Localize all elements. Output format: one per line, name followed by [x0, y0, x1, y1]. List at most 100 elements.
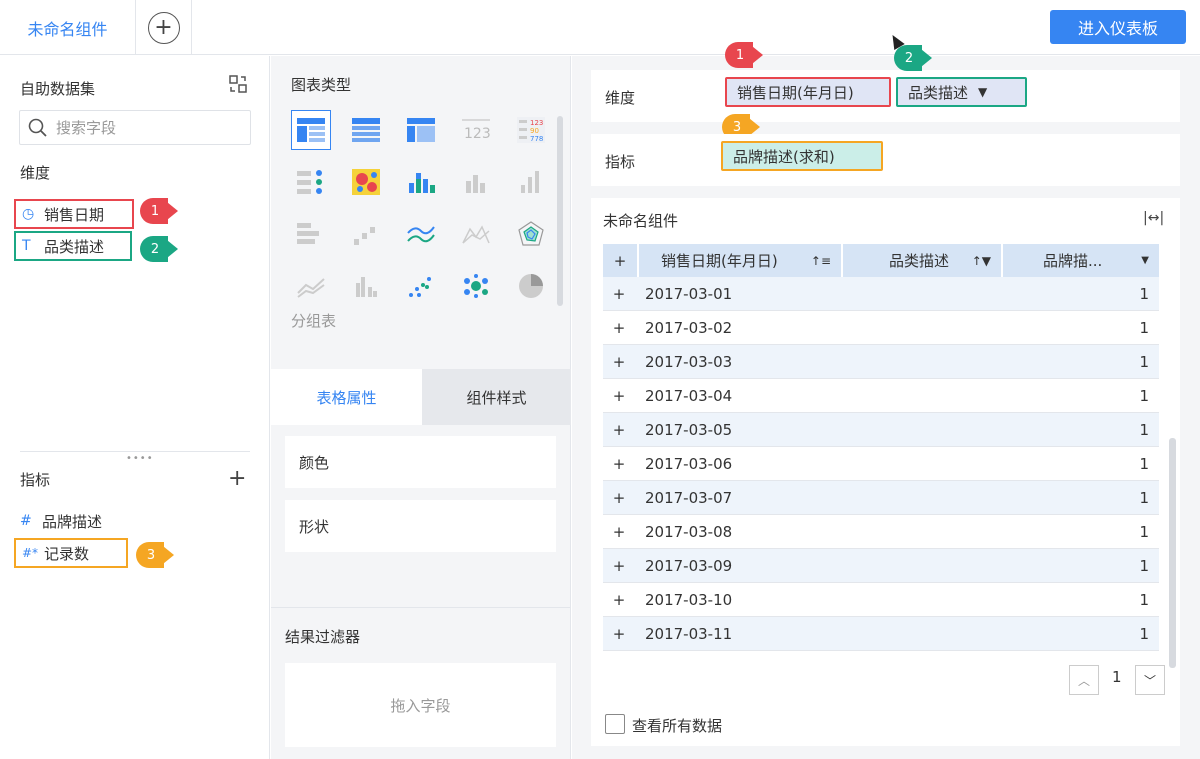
- table-row[interactable]: +2017-03-06 1: [603, 447, 1159, 481]
- kpi-number-chart-icon[interactable]: 123: [456, 110, 496, 150]
- expand-width-icon[interactable]: |↔|: [1143, 210, 1164, 226]
- bar-chart-icon[interactable]: [456, 162, 496, 202]
- scatter-chart-icon[interactable]: [401, 266, 441, 306]
- row-expand-button[interactable]: +: [603, 583, 635, 616]
- header-category[interactable]: 品类描述 ↑▼: [843, 244, 1003, 277]
- row-expand-button[interactable]: +: [603, 379, 635, 412]
- sort-filter-icon[interactable]: ↑▼: [972, 254, 991, 268]
- row-expand-button[interactable]: +: [603, 481, 635, 514]
- grouped-bar-chart-icon[interactable]: [346, 266, 386, 306]
- cell-date: 2017-03-01: [645, 284, 733, 303]
- text-icon: T: [22, 238, 31, 254]
- table-row[interactable]: +2017-03-11 1: [603, 617, 1159, 651]
- table-row[interactable]: +2017-03-01 1: [603, 277, 1159, 311]
- cell-category: [843, 311, 1003, 344]
- enter-dashboard-button[interactable]: 进入仪表板: [1050, 10, 1186, 44]
- area-chart-icon[interactable]: [456, 214, 496, 254]
- pie-chart-icon[interactable]: [511, 266, 551, 306]
- row-expand-button[interactable]: +: [603, 413, 635, 446]
- table-row[interactable]: +2017-03-08 1: [603, 515, 1159, 549]
- header-brand[interactable]: 品牌描... ▼: [1003, 244, 1159, 277]
- dimension-pill-category[interactable]: 品类描述 ▼: [896, 77, 1027, 107]
- property-tabs: 表格属性 组件样式: [271, 369, 571, 425]
- detail-table-chart-icon[interactable]: [346, 110, 386, 150]
- dropdown-icon[interactable]: ▼: [1141, 255, 1149, 266]
- point-map-chart-icon[interactable]: [291, 162, 331, 202]
- kpi-card-chart-icon[interactable]: 123 90 778: [511, 110, 551, 150]
- waterfall-chart-icon[interactable]: [346, 214, 386, 254]
- sort-icon[interactable]: ↑≡: [811, 254, 831, 268]
- table-row[interactable]: +2017-03-02 1: [603, 311, 1159, 345]
- chart-config-panel: 图表类型 123 123 90 778 分组表 表格属性 组件样式 颜色 形状 …: [271, 56, 571, 759]
- field-brand-desc[interactable]: # 品牌描述: [20, 506, 102, 536]
- tab-table-properties[interactable]: 表格属性: [271, 369, 422, 425]
- filter-drop-zone[interactable]: 拖入字段: [285, 663, 556, 747]
- line-chart-icon[interactable]: [401, 214, 441, 254]
- field-label: 销售日期: [44, 205, 105, 224]
- dataset-panel: 自助数据集 搜索字段 维度 ◷ 销售日期 1 T 品类描述 2 •••• 指标 …: [0, 56, 270, 759]
- prev-page-button[interactable]: ︿: [1069, 665, 1099, 695]
- add-tab-button[interactable]: +: [136, 0, 192, 55]
- cell-value: 1: [1139, 420, 1149, 439]
- plus-icon: +: [147, 11, 180, 44]
- drop-hint: 拖入字段: [390, 696, 451, 715]
- field-category-desc[interactable]: T 品类描述: [14, 231, 132, 261]
- tab-component-style[interactable]: 组件样式: [422, 369, 571, 425]
- cell-date: 2017-03-11: [645, 624, 733, 643]
- view-all-checkbox[interactable]: [605, 714, 625, 734]
- table-row[interactable]: +2017-03-04 1: [603, 379, 1159, 413]
- dimension-pill-sales-date[interactable]: 销售日期(年月日): [725, 77, 891, 107]
- range-area-chart-icon[interactable]: [291, 266, 331, 306]
- row-expand-button[interactable]: +: [603, 515, 635, 548]
- tab-unnamed-component[interactable]: 未命名组件: [0, 0, 136, 55]
- data-table: + 销售日期(年月日) ↑≡ 品类描述 ↑▼ 品牌描... ▼ +2017-03-01…: [603, 244, 1159, 651]
- horizontal-bar-chart-icon[interactable]: [291, 214, 331, 254]
- row-expand-button[interactable]: +: [603, 311, 635, 344]
- field-record-count[interactable]: #* 记录数: [14, 538, 128, 568]
- color-property[interactable]: 颜色: [285, 436, 556, 488]
- group-table-chart-icon[interactable]: [291, 110, 331, 150]
- table-row[interactable]: +2017-03-10 1: [603, 583, 1159, 617]
- resize-handle[interactable]: ••••: [126, 453, 154, 464]
- cell-category: [843, 379, 1003, 412]
- shape-property[interactable]: 形状: [285, 500, 556, 552]
- add-metric-button[interactable]: +: [228, 466, 246, 491]
- table-row[interactable]: +2017-03-05 1: [603, 413, 1159, 447]
- table-row[interactable]: +2017-03-03 1: [603, 345, 1159, 379]
- page-number: 1: [1112, 668, 1122, 686]
- cell-date: 2017-03-10: [645, 590, 733, 609]
- result-filter-title: 结果过滤器: [285, 628, 361, 646]
- pill-label: 销售日期(年月日): [737, 83, 854, 102]
- switch-dataset-icon[interactable]: [228, 74, 248, 94]
- table-scrollbar[interactable]: [1169, 438, 1176, 668]
- radar-chart-icon[interactable]: [511, 214, 551, 254]
- chart-type-scrollbar[interactable]: [557, 116, 563, 306]
- cell-category: [843, 447, 1003, 480]
- next-page-button[interactable]: ﹀: [1135, 665, 1165, 695]
- row-expand-button[interactable]: +: [603, 447, 635, 480]
- expand-all-button[interactable]: +: [603, 244, 639, 277]
- stacked-bar-chart-icon[interactable]: [401, 162, 441, 202]
- bubble-chart-icon[interactable]: [456, 266, 496, 306]
- field-sales-date[interactable]: ◷ 销售日期: [14, 199, 134, 229]
- row-expand-button[interactable]: +: [603, 549, 635, 582]
- filter-icon[interactable]: ▼: [978, 85, 987, 99]
- row-expand-button[interactable]: +: [603, 345, 635, 378]
- widget-title: 未命名组件: [603, 212, 679, 230]
- chart-type-hover-label: 分组表: [291, 312, 337, 330]
- chart-type-title: 图表类型: [291, 76, 352, 94]
- search-field-input[interactable]: 搜索字段: [19, 110, 251, 145]
- metric-pill-brand-sum[interactable]: 品牌描述(求和): [721, 141, 883, 171]
- field-label: 品牌描述: [42, 512, 103, 531]
- heat-map-chart-icon[interactable]: [346, 162, 386, 202]
- annotation-marker-1: 1: [140, 198, 180, 224]
- cross-table-chart-icon[interactable]: [401, 110, 441, 150]
- pill-label: 品牌描述(求和): [733, 147, 835, 166]
- header-sales-date[interactable]: 销售日期(年月日) ↑≡: [639, 244, 843, 277]
- row-expand-button[interactable]: +: [603, 277, 635, 310]
- metric-section-label: 指标: [20, 471, 51, 489]
- column-chart-icon[interactable]: [511, 162, 551, 202]
- table-row[interactable]: +2017-03-09 1: [603, 549, 1159, 583]
- table-row[interactable]: +2017-03-07 1: [603, 481, 1159, 515]
- row-expand-button[interactable]: +: [603, 617, 635, 650]
